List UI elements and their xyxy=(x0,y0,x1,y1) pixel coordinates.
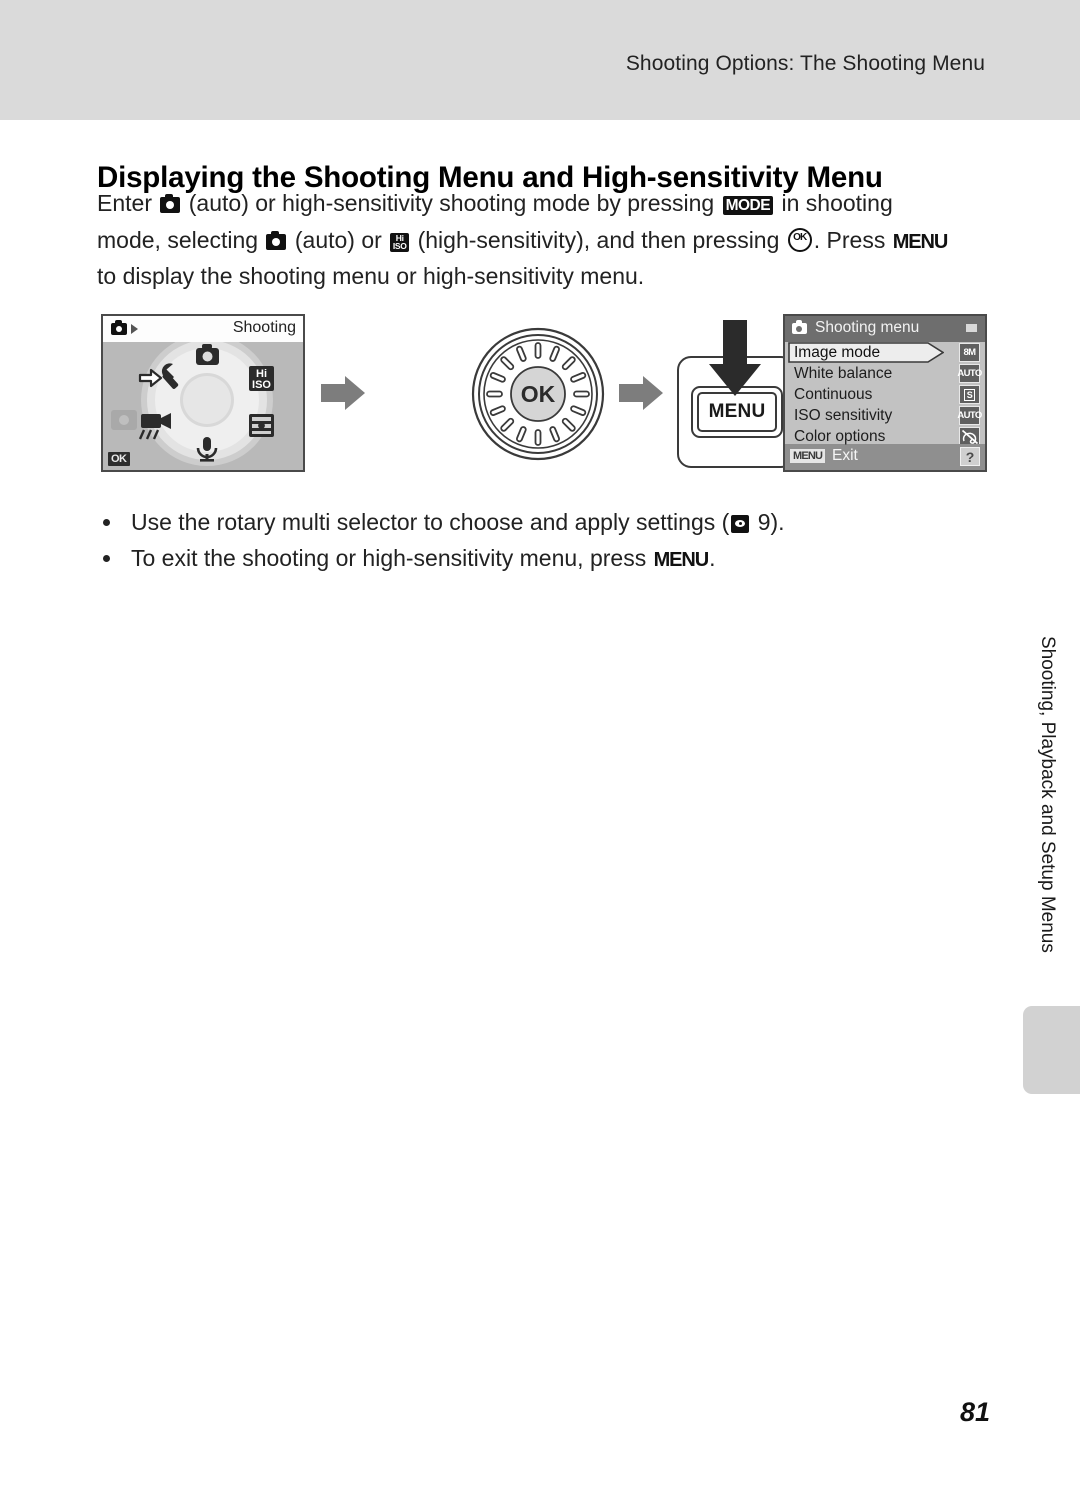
mode-button-icon: MODE xyxy=(722,196,774,215)
dial-camera-icon xyxy=(196,344,219,365)
help-button[interactable]: ? xyxy=(960,447,980,466)
ok-badge: OK xyxy=(108,452,130,466)
intro-text-2b: (auto) or xyxy=(294,227,382,253)
hi-iso-icon: Hi ISO xyxy=(390,233,410,252)
menu-item-label: White balance xyxy=(794,364,893,382)
camera-icon xyxy=(266,231,287,250)
intro-line-1: Enter (auto) or high-sensitivity shootin… xyxy=(97,186,982,223)
bullet-1-page-ref: 9). xyxy=(757,509,785,535)
value-badge-iso-sensitivity: AUTO xyxy=(957,406,982,425)
dial-scene-mode-icon xyxy=(249,414,274,437)
flow-arrow-2 xyxy=(617,374,665,412)
dial-microphone-icon xyxy=(196,437,218,462)
intro-text-1c: in shooting xyxy=(781,190,893,216)
exit-label: Exit xyxy=(832,447,858,464)
menu-button-icon: MENU xyxy=(653,549,710,571)
running-header-title: Shooting Options: The Shooting Menu xyxy=(625,52,985,75)
intro-text-1a: Enter xyxy=(97,190,152,216)
menu-item-label: Continuous xyxy=(794,385,873,403)
menu-item-image-mode[interactable]: Image mode 8M xyxy=(785,342,985,363)
section-side-tab-marker xyxy=(1023,1006,1080,1094)
intro-text-2a: mode, selecting xyxy=(97,227,259,253)
svg-text:ISO: ISO xyxy=(252,379,271,391)
dial-movie-icon xyxy=(138,413,171,440)
hi-iso-bottom: ISO xyxy=(392,241,407,251)
camera-icon xyxy=(792,320,807,334)
mode-screen-title: Shooting xyxy=(232,319,296,336)
play-triangle-icon xyxy=(131,324,138,334)
page-number: 81 xyxy=(959,1397,990,1427)
bullet-list: Use the rotary multi selector to choose … xyxy=(97,504,987,578)
value-badge-continuous: S xyxy=(959,385,980,404)
bullet-item-1: Use the rotary multi selector to choose … xyxy=(97,504,987,540)
rotary-multi-selector: OK xyxy=(470,326,606,462)
shooting-menu-title: Shooting menu xyxy=(815,319,920,336)
menu-item-label: ISO sensitivity xyxy=(794,406,893,424)
camera-icon xyxy=(111,320,127,335)
section-side-tab-label: Shooting, Playback and Setup Menus xyxy=(1037,636,1058,953)
mode-screen-topbar: Shooting xyxy=(103,316,303,342)
value-badge-white-balance: AUTO xyxy=(957,364,982,383)
ok-button-icon: OK xyxy=(787,228,812,252)
mode-dial-graphic: Hi ISO xyxy=(103,334,303,470)
menu-item-label: Color options xyxy=(794,427,886,445)
shooting-menu-titlebar: Shooting menu xyxy=(785,316,985,342)
menu-badge: MENU xyxy=(790,449,826,463)
shooting-menu-bottombar: MENU Exit ? xyxy=(785,444,985,470)
illustration-strip: Shooting Hi ISO OK OK MENU Shooting menu… xyxy=(97,312,987,477)
lcd-shooting-menu-screen: Shooting menu Image mode 8M White balanc… xyxy=(783,314,987,472)
intro-text-2d: . Press xyxy=(813,227,886,253)
intro-paragraph: Enter (auto) or high-sensitivity shootin… xyxy=(97,186,982,293)
scroll-indicator-icon xyxy=(966,324,977,332)
menu-item-continuous[interactable]: Continuous S xyxy=(785,384,985,405)
menu-button-panel: MENU xyxy=(677,320,797,468)
lcd-mode-select-screen: Shooting Hi ISO OK xyxy=(101,314,305,472)
intro-line-3: to display the shooting menu or high-sen… xyxy=(97,263,645,289)
press-down-arrow-icon xyxy=(707,320,763,398)
intro-line-2: mode, selecting (auto) or Hi ISO (high-se… xyxy=(97,223,982,259)
menu-item-white-balance[interactable]: White balance AUTO xyxy=(785,363,985,384)
dial-hi-iso-icon: Hi ISO xyxy=(249,366,274,391)
ok-button-label: OK xyxy=(793,232,807,243)
intro-text-2c: (high-sensitivity), and then pressing xyxy=(417,227,780,253)
bullet-2-text: To exit the shooting or high-sensitivity… xyxy=(131,545,647,571)
reference-eye-icon xyxy=(731,515,750,533)
value-badge-image-mode: 8M xyxy=(959,343,980,362)
dial-setup-wrench-icon xyxy=(138,363,179,389)
menu-button-icon: MENU xyxy=(892,231,949,253)
bullet-1-text: Use the rotary multi selector to choose … xyxy=(131,509,730,535)
bullet-item-2: To exit the shooting or high-sensitivity… xyxy=(97,540,987,578)
camera-icon xyxy=(160,194,181,213)
flow-arrow-1 xyxy=(319,374,367,412)
shooting-menu-list: Image mode 8M White balance AUTO Continu… xyxy=(785,342,985,446)
bullet-2-period: . xyxy=(709,545,716,571)
menu-item-iso-sensitivity[interactable]: ISO sensitivity AUTO xyxy=(785,405,985,426)
menu-item-label: Image mode xyxy=(794,343,881,361)
rotary-ok-label: OK xyxy=(521,381,556,407)
intro-text-1b: (auto) or high-sensitivity shooting mode… xyxy=(188,190,715,216)
